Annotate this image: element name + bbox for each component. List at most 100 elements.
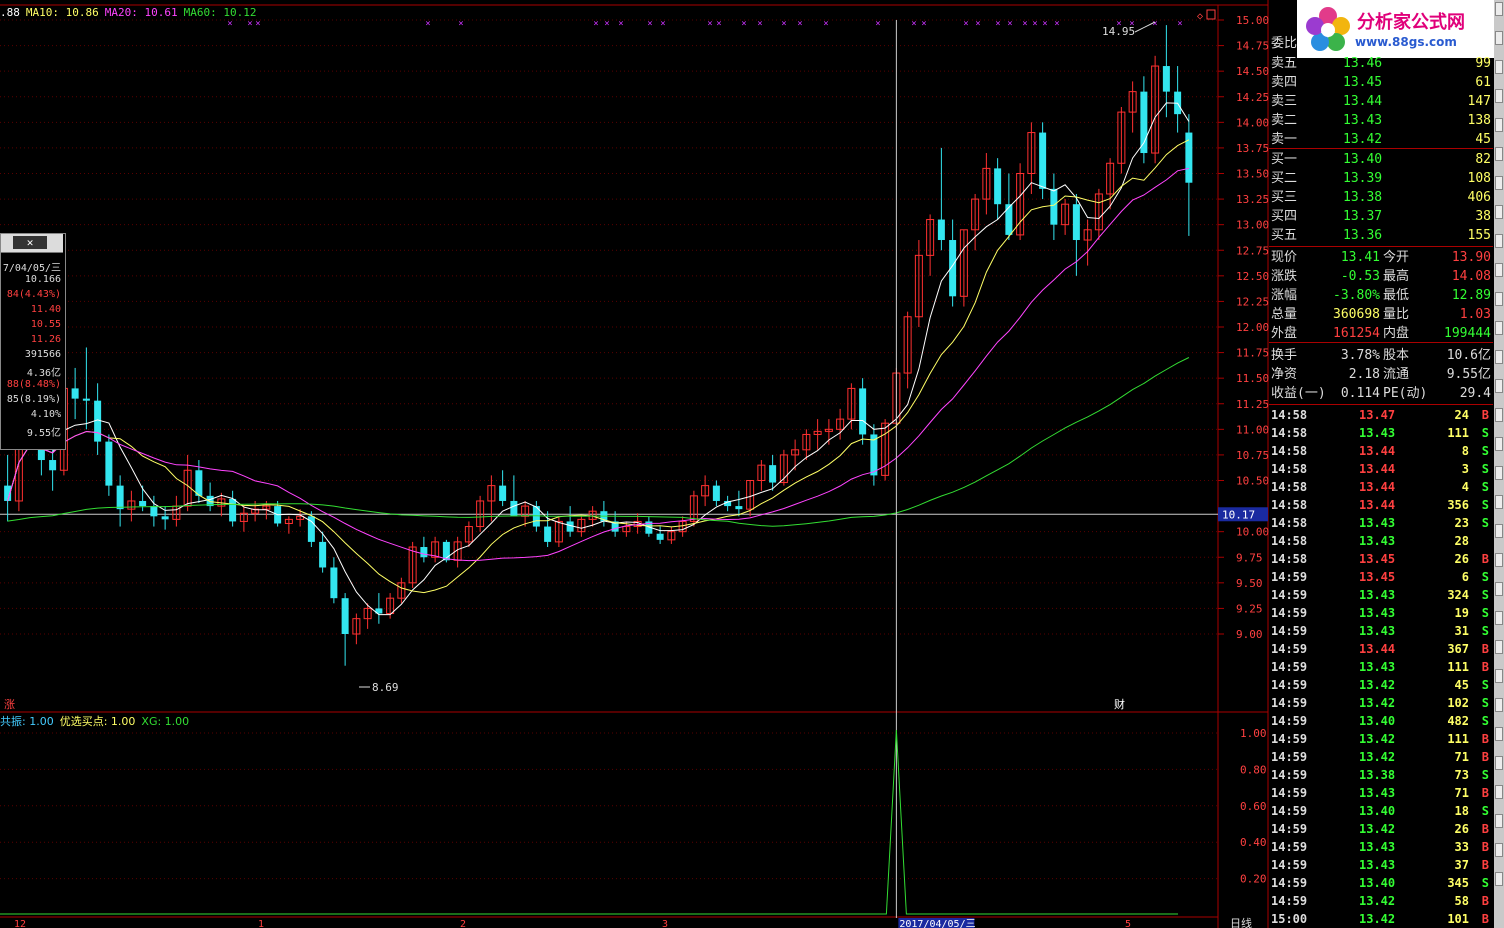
ind-axis-label: 0.20 bbox=[1240, 873, 1267, 886]
signal-marker: × bbox=[797, 19, 802, 29]
tick-row: 14:59 13.43 71 B bbox=[1269, 784, 1493, 802]
stat-value: 10.6亿 bbox=[1446, 348, 1491, 363]
right-toolbar bbox=[1494, 0, 1504, 928]
side-tool-button[interactable] bbox=[1495, 147, 1503, 161]
signal-marker: × bbox=[247, 19, 252, 29]
candle-down bbox=[994, 168, 1002, 205]
signal-marker: × bbox=[707, 19, 712, 29]
tick-side: B bbox=[1481, 552, 1489, 566]
candle-down bbox=[116, 485, 124, 510]
side-tool-button[interactable] bbox=[1495, 89, 1503, 103]
side-tool-button[interactable] bbox=[1495, 205, 1503, 219]
side-tool-button[interactable] bbox=[1495, 640, 1503, 654]
tick-row: 14:58 13.44 8 S bbox=[1269, 442, 1493, 460]
tick-volume: 31 bbox=[1454, 624, 1469, 638]
side-tool-button[interactable] bbox=[1495, 176, 1503, 190]
side-tool-button[interactable] bbox=[1495, 611, 1503, 625]
side-tool-button[interactable] bbox=[1495, 756, 1503, 770]
tick-row: 14:59 13.42 111 B bbox=[1269, 730, 1493, 748]
side-tool-button[interactable] bbox=[1495, 292, 1503, 306]
popup-titlebar[interactable]: ✕ bbox=[1, 234, 63, 253]
price-axis-label: 12.50 bbox=[1236, 270, 1269, 283]
price-axis-label: 10.75 bbox=[1236, 449, 1269, 462]
tick-volume: 8 bbox=[1461, 444, 1469, 458]
date-cursor-label: 2017/04/05/三 bbox=[899, 919, 975, 928]
tick-row: 14:59 13.44 367 B bbox=[1269, 640, 1493, 658]
ask-label: 卖四 bbox=[1271, 75, 1298, 90]
side-tool-button[interactable] bbox=[1495, 379, 1503, 393]
signal-marker: × bbox=[875, 19, 880, 29]
stat-value: -0.53 bbox=[1340, 269, 1380, 284]
popup-value: 9.55亿 bbox=[26, 428, 61, 439]
side-tool-button[interactable] bbox=[1495, 872, 1503, 886]
popup-value: 88(8.48%) bbox=[6, 379, 61, 390]
price-axis-label: 10.50 bbox=[1236, 475, 1269, 488]
candle-down bbox=[769, 465, 777, 483]
side-tool-button[interactable] bbox=[1495, 321, 1503, 335]
side-tool-button[interactable] bbox=[1495, 60, 1503, 74]
tick-side: S bbox=[1481, 714, 1489, 728]
tick-side: S bbox=[1481, 624, 1489, 638]
popup-close-button[interactable]: ✕ bbox=[13, 236, 47, 249]
side-tool-button[interactable] bbox=[1495, 785, 1503, 799]
side-tool-button[interactable] bbox=[1495, 234, 1503, 248]
indicator-legend-item: 优选买点: 1.00 bbox=[59, 715, 136, 728]
signal-marker: × bbox=[660, 19, 665, 29]
tick-time: 14:59 bbox=[1271, 588, 1308, 602]
side-tool-button[interactable] bbox=[1495, 437, 1503, 451]
data-popup-window: ✕ 7/04/05/三 10.166 84(4.43%) 11.40 10.55 11.2… bbox=[0, 233, 66, 450]
side-tool-button[interactable] bbox=[1495, 495, 1503, 509]
tick-volume: 3 bbox=[1461, 462, 1469, 476]
tick-time: 14:58 bbox=[1271, 552, 1308, 566]
candle-down bbox=[510, 500, 518, 517]
ask-volume: 138 bbox=[1467, 113, 1491, 128]
side-tool-button[interactable] bbox=[1495, 814, 1503, 828]
tick-time: 15:00 bbox=[1271, 912, 1308, 926]
ask-row: 卖三 13.44 147 bbox=[1269, 92, 1493, 111]
stat-label: 净资 bbox=[1271, 367, 1298, 382]
side-tool-button[interactable] bbox=[1495, 669, 1503, 683]
tick-price: 13.43 bbox=[1359, 534, 1396, 548]
tick-row: 14:59 13.43 33 B bbox=[1269, 838, 1493, 856]
ma-legend-item: MA20: 10.61 bbox=[104, 6, 178, 19]
side-tool-button[interactable] bbox=[1495, 727, 1503, 741]
tick-time: 14:59 bbox=[1271, 570, 1308, 584]
tick-volume: 367 bbox=[1447, 642, 1469, 656]
price-axis-label: 9.50 bbox=[1236, 577, 1263, 590]
side-tool-button[interactable] bbox=[1495, 31, 1503, 45]
side-tool-button[interactable] bbox=[1495, 698, 1503, 712]
side-tool-button[interactable] bbox=[1495, 466, 1503, 480]
tick-volume: 37 bbox=[1454, 858, 1469, 872]
stat-value: 14.08 bbox=[1451, 269, 1491, 284]
popup-value: 84(4.43%) bbox=[6, 289, 61, 300]
side-tool-button[interactable] bbox=[1495, 2, 1503, 16]
side-tool-button[interactable] bbox=[1495, 118, 1503, 132]
side-tool-button[interactable] bbox=[1495, 582, 1503, 596]
tick-price: 13.44 bbox=[1359, 462, 1396, 476]
tick-volume: 111 bbox=[1447, 660, 1469, 674]
signal-marker: × bbox=[911, 19, 916, 29]
stat-value: 12.89 bbox=[1451, 288, 1491, 303]
bid-volume: 155 bbox=[1467, 228, 1491, 243]
tick-row: 14:58 13.43 111 S bbox=[1269, 424, 1493, 442]
tick-time: 14:58 bbox=[1271, 426, 1308, 440]
side-tool-button[interactable] bbox=[1495, 350, 1503, 364]
tick-side: S bbox=[1481, 876, 1489, 890]
tick-volume: 4 bbox=[1461, 480, 1469, 494]
candle-down bbox=[341, 598, 349, 634]
side-tool-button[interactable] bbox=[1495, 553, 1503, 567]
side-tool-button[interactable] bbox=[1495, 408, 1503, 422]
tick-side: S bbox=[1481, 570, 1489, 584]
side-tool-button[interactable] bbox=[1495, 263, 1503, 277]
stat-label: 最高 bbox=[1383, 269, 1410, 284]
side-tool-button[interactable] bbox=[1495, 524, 1503, 538]
tick-time: 14:58 bbox=[1271, 516, 1308, 530]
ind-axis-label: 0.40 bbox=[1240, 836, 1267, 849]
signal-marker: × bbox=[593, 19, 598, 29]
tick-price: 13.40 bbox=[1359, 714, 1396, 728]
tick-row: 14:59 13.43 31 S bbox=[1269, 622, 1493, 640]
tick-row: 14:59 13.43 111 B bbox=[1269, 658, 1493, 676]
date-tick: 1 bbox=[258, 919, 264, 928]
side-tool-button[interactable] bbox=[1495, 843, 1503, 857]
tick-price: 13.42 bbox=[1359, 678, 1396, 692]
